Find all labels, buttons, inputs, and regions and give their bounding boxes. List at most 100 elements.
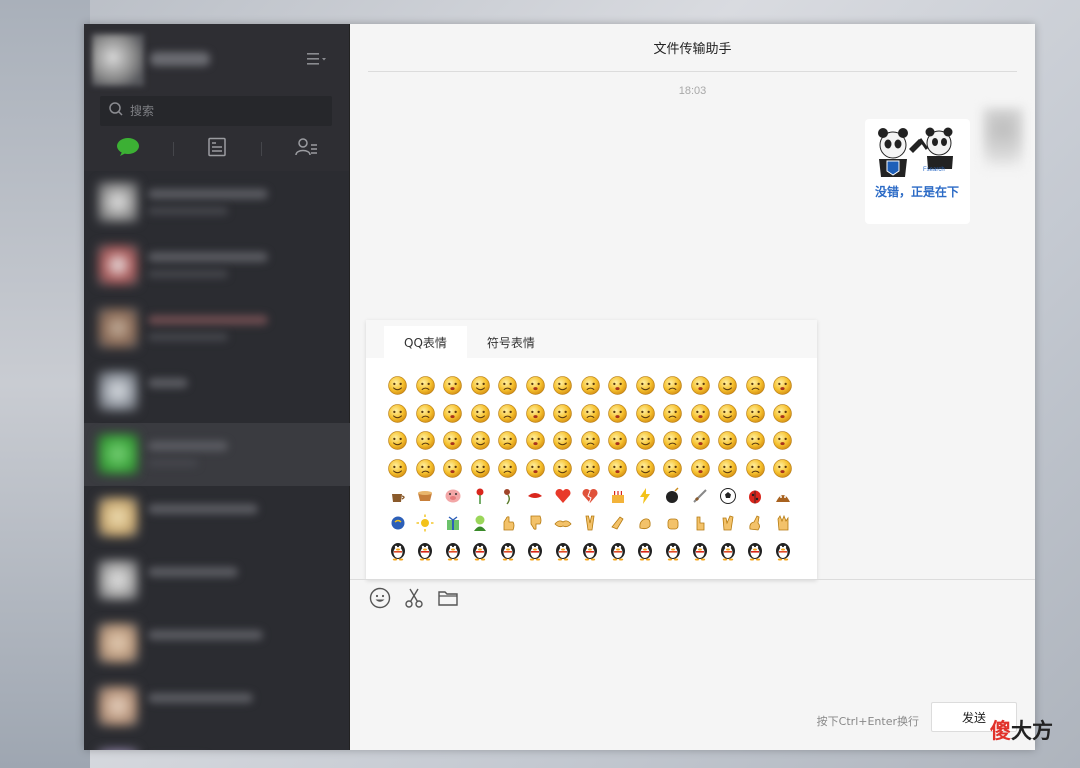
emoji-item[interactable] <box>412 372 440 400</box>
emoji-item[interactable] <box>687 482 715 510</box>
emoji-item[interactable] <box>467 372 495 400</box>
emoji-item[interactable] <box>604 537 632 565</box>
emoji-item[interactable] <box>412 510 440 538</box>
emoji-item[interactable] <box>632 455 660 483</box>
emoji-item[interactable] <box>412 427 440 455</box>
emoji-item[interactable] <box>769 510 797 538</box>
emoji-item[interactable] <box>577 372 605 400</box>
emoji-item[interactable] <box>742 510 770 538</box>
emoji-item[interactable] <box>632 537 660 565</box>
emoji-item[interactable] <box>687 455 715 483</box>
emoji-item[interactable] <box>769 400 797 428</box>
menu-icon[interactable] <box>304 52 330 70</box>
emoji-item[interactable] <box>494 510 522 538</box>
emoji-item[interactable] <box>687 510 715 538</box>
list-item[interactable] <box>84 171 350 234</box>
emoji-item[interactable] <box>494 400 522 428</box>
emoji-item[interactable] <box>522 510 550 538</box>
search-input[interactable] <box>130 104 320 118</box>
search-box[interactable] <box>100 96 332 126</box>
user-avatar[interactable] <box>92 34 144 86</box>
emoji-item[interactable] <box>494 455 522 483</box>
emoji-item[interactable] <box>439 455 467 483</box>
emoji-item[interactable] <box>632 510 660 538</box>
emoji-item[interactable] <box>467 510 495 538</box>
emoji-item[interactable] <box>467 537 495 565</box>
emoji-item[interactable] <box>659 372 687 400</box>
emoji-item[interactable] <box>659 482 687 510</box>
emoji-item[interactable] <box>769 537 797 565</box>
emoji-item[interactable] <box>549 400 577 428</box>
emoji-item[interactable] <box>687 400 715 428</box>
tab-qq-emoji[interactable]: QQ表情 <box>384 326 467 358</box>
emoji-item[interactable] <box>549 537 577 565</box>
emoji-item[interactable] <box>439 510 467 538</box>
emoji-item[interactable] <box>742 455 770 483</box>
emoji-item[interactable] <box>659 427 687 455</box>
image-message[interactable]: Fsearch 没错，正是在下 <box>865 119 970 224</box>
emoji-item[interactable] <box>604 400 632 428</box>
emoji-item[interactable] <box>439 482 467 510</box>
emoji-item[interactable] <box>549 372 577 400</box>
emoji-item[interactable] <box>604 482 632 510</box>
emoji-item[interactable] <box>632 482 660 510</box>
emoji-item[interactable] <box>494 372 522 400</box>
emoji-item[interactable] <box>412 537 440 565</box>
emoji-item[interactable] <box>604 455 632 483</box>
emoji-item[interactable] <box>412 400 440 428</box>
emoji-item[interactable] <box>604 372 632 400</box>
emoji-item[interactable] <box>384 482 412 510</box>
emoji-item[interactable] <box>467 482 495 510</box>
emoji-item[interactable] <box>659 537 687 565</box>
tab-contacts[interactable] <box>261 132 350 166</box>
list-item[interactable] <box>84 234 350 297</box>
list-item[interactable] <box>84 360 350 423</box>
emoji-item[interactable] <box>522 427 550 455</box>
emoji-item[interactable] <box>384 510 412 538</box>
emoji-item[interactable] <box>522 537 550 565</box>
emoji-item[interactable] <box>522 400 550 428</box>
emoji-item[interactable] <box>714 400 742 428</box>
emoji-item[interactable] <box>659 455 687 483</box>
emoji-item[interactable] <box>714 372 742 400</box>
emoji-item[interactable] <box>714 510 742 538</box>
emoji-item[interactable] <box>494 427 522 455</box>
emoji-item[interactable] <box>494 537 522 565</box>
list-item[interactable] <box>84 612 350 675</box>
emoji-item[interactable] <box>522 482 550 510</box>
emoji-item[interactable] <box>769 427 797 455</box>
emoji-item[interactable] <box>549 427 577 455</box>
emoji-item[interactable] <box>384 427 412 455</box>
list-item[interactable] <box>84 549 350 612</box>
emoji-item[interactable] <box>769 482 797 510</box>
emoji-item[interactable] <box>384 455 412 483</box>
emoji-item[interactable] <box>742 400 770 428</box>
list-item[interactable] <box>84 675 350 738</box>
emoji-item[interactable] <box>412 455 440 483</box>
emoji-item[interactable] <box>439 537 467 565</box>
emoji-item[interactable] <box>439 400 467 428</box>
emoji-item[interactable] <box>687 427 715 455</box>
emoji-item[interactable] <box>549 482 577 510</box>
emoji-item[interactable] <box>714 482 742 510</box>
tab-symbol-emoji[interactable]: 符号表情 <box>467 326 555 358</box>
emoji-item[interactable] <box>604 427 632 455</box>
emoji-item[interactable] <box>522 372 550 400</box>
list-item[interactable] <box>84 738 350 750</box>
emoji-item[interactable] <box>577 455 605 483</box>
emoji-item[interactable] <box>439 372 467 400</box>
emoji-item[interactable] <box>742 482 770 510</box>
tab-chats[interactable] <box>84 132 173 166</box>
emoji-item[interactable] <box>412 482 440 510</box>
emoji-item[interactable] <box>577 427 605 455</box>
emoji-item[interactable] <box>632 427 660 455</box>
list-item[interactable] <box>84 297 350 360</box>
emoji-item[interactable] <box>384 537 412 565</box>
emoji-item[interactable] <box>467 455 495 483</box>
emoji-item[interactable] <box>659 510 687 538</box>
emoji-item[interactable] <box>577 537 605 565</box>
emoji-item[interactable] <box>687 372 715 400</box>
emoji-button[interactable] <box>368 587 392 612</box>
emoji-item[interactable] <box>632 400 660 428</box>
screenshot-button[interactable] <box>402 588 426 612</box>
